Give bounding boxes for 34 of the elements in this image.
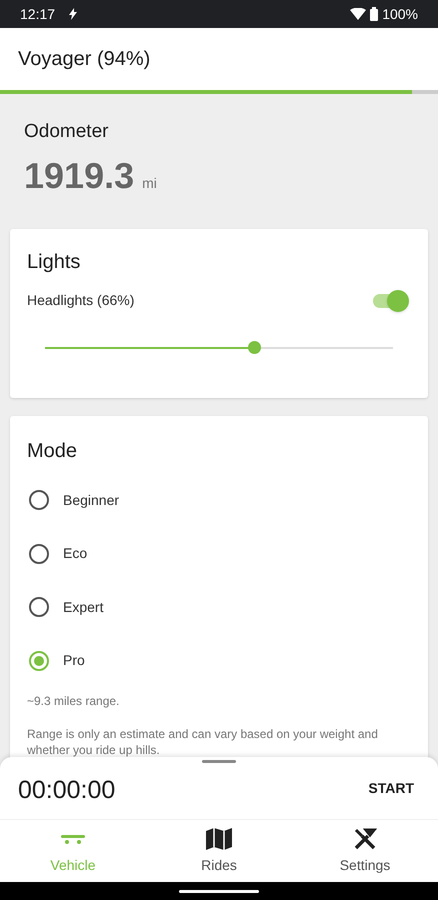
start-button[interactable]: START [362,772,420,804]
mode-option-label[interactable]: Pro [63,650,85,672]
mode-option-label[interactable]: Beginner [63,490,120,511]
drag-handle[interactable] [202,760,236,763]
range-text: ~9.3 miles range. [27,692,120,710]
radio-button[interactable] [29,597,49,618]
headlights-label: Headlights (66%) [27,291,134,310]
headlights-slider[interactable] [45,340,393,354]
radio-button[interactable] [29,544,49,564]
battery-icon [370,7,378,21]
mode-title: Mode [27,438,78,464]
mode-option-label[interactable]: Expert [63,596,104,618]
odometer-value: 1919.3 [24,154,134,198]
mode-option-label[interactable]: Eco [63,543,88,564]
headlights-switch[interactable] [371,288,409,312]
nav-tab[interactable]: Rides [146,820,292,882]
radio-button[interactable] [29,490,49,510]
lights-title: Lights [27,250,82,274]
range-note: Range is only an estimate and can vary based on your weight and whether you ride up hills. [27,726,379,758]
odometer-label: Odometer [24,120,110,144]
radio-button[interactable] [29,650,49,671]
home-indicator[interactable] [179,890,259,892]
tools-icon [353,826,377,850]
map-icon [205,826,233,850]
status-time: 12:17 [20,4,56,24]
nav-tab[interactable]: Settings [292,820,438,882]
odometer-unit: mi [142,174,157,192]
wifi-icon [350,8,366,20]
timer-display: 00:00:00 [18,775,116,806]
skateboard-icon [60,832,86,844]
slider-thumb[interactable] [248,341,261,354]
battery-percent: 100% [382,4,418,24]
charging-icon [69,8,78,20]
page-title: Voyager (94%) [18,47,150,72]
